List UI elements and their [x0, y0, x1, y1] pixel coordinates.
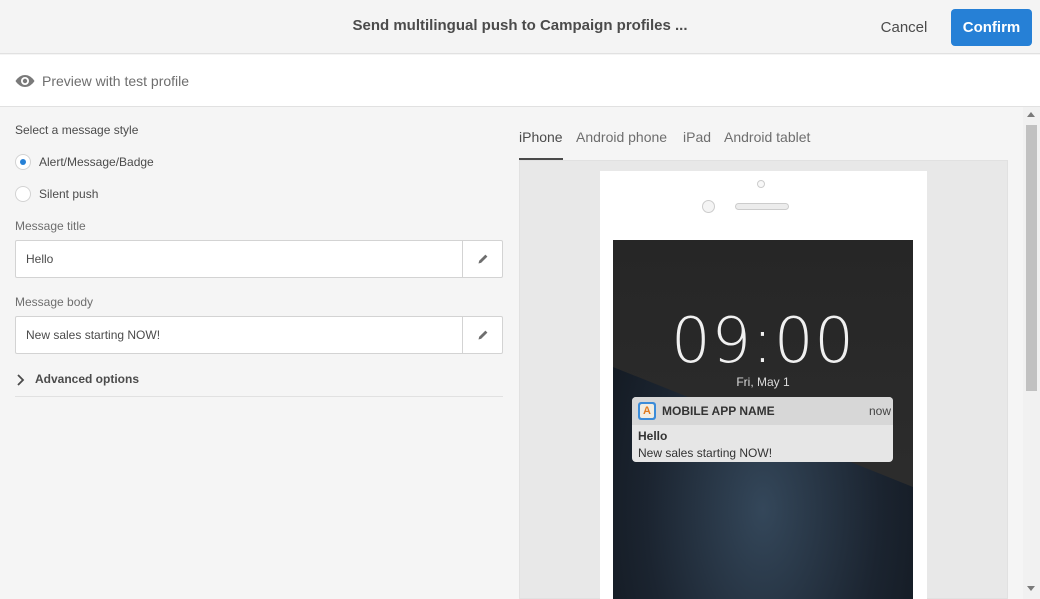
message-form: Select a message style Alert/Message/Bad…	[0, 107, 519, 599]
phone-lock-screen: 09:00 Fri, May 1 A MOBILE APP NAME now H…	[613, 240, 913, 599]
preview-toolbar: Preview with test profile	[0, 55, 1040, 107]
tab-android-phone[interactable]: Android phone	[576, 129, 667, 160]
tab-iphone[interactable]: iPhone	[519, 129, 563, 160]
scrollbar-thumb[interactable]	[1026, 125, 1037, 391]
preview-label: Preview with test profile	[42, 73, 190, 89]
tab-android-tablet[interactable]: Android tablet	[724, 129, 810, 160]
edit-title-button[interactable]	[462, 241, 502, 277]
lock-screen-date: Fri, May 1	[736, 375, 790, 389]
notification-body: New sales starting NOW!	[638, 446, 773, 460]
confirm-button[interactable]: Confirm	[951, 9, 1032, 46]
lock-screen-time: 09:00	[671, 304, 855, 377]
message-body-value: New sales starting NOW!	[26, 328, 161, 342]
message-body-field[interactable]: New sales starting NOW!	[15, 316, 503, 354]
push-notification: A MOBILE APP NAME now Hello New sales st…	[632, 397, 893, 462]
eye-icon	[15, 75, 35, 87]
app-icon-letter: A	[640, 404, 654, 418]
scroll-up-arrow[interactable]	[1027, 112, 1035, 117]
pencil-icon	[478, 254, 487, 264]
message-title-field[interactable]: Hello	[15, 240, 503, 278]
edit-body-button[interactable]	[462, 317, 502, 353]
pencil-icon	[478, 330, 487, 340]
scroll-down-arrow[interactable]	[1027, 586, 1035, 591]
message-title-value: Hello	[26, 252, 54, 266]
dialog-header: Send multilingual push to Campaign profi…	[0, 0, 1040, 54]
tab-ipad[interactable]: iPad	[683, 129, 711, 160]
phone-camera	[702, 200, 715, 213]
app-icon: A	[638, 402, 656, 420]
advanced-options-label: Advanced options	[35, 372, 140, 386]
radio-button[interactable]	[15, 186, 31, 202]
radio-label: Alert/Message/Badge	[39, 155, 154, 169]
notification-title: Hello	[638, 429, 668, 443]
cancel-button[interactable]: Cancel	[872, 10, 936, 44]
notification-header: A MOBILE APP NAME now	[632, 397, 893, 425]
radio-label: Silent push	[39, 187, 99, 201]
scrollbar[interactable]	[1023, 107, 1040, 599]
radio-alert-message-badge[interactable]: Alert/Message/Badge	[15, 153, 154, 171]
radio-button-checked[interactable]	[15, 154, 31, 170]
notification-time: now	[868, 404, 891, 418]
phone-sensor	[757, 180, 765, 188]
message-body-label: Message body	[15, 295, 94, 309]
notification-app-name: MOBILE APP NAME	[662, 404, 775, 418]
chevron-right-icon	[17, 374, 25, 386]
preview-with-test-profile[interactable]: Preview with test profile	[0, 55, 200, 107]
advanced-options-toggle[interactable]: Advanced options	[15, 369, 503, 397]
radio-silent-push[interactable]: Silent push	[15, 185, 98, 203]
message-style-label: Select a message style	[15, 123, 139, 137]
phone-speaker	[735, 203, 789, 210]
message-title-label: Message title	[15, 219, 86, 233]
